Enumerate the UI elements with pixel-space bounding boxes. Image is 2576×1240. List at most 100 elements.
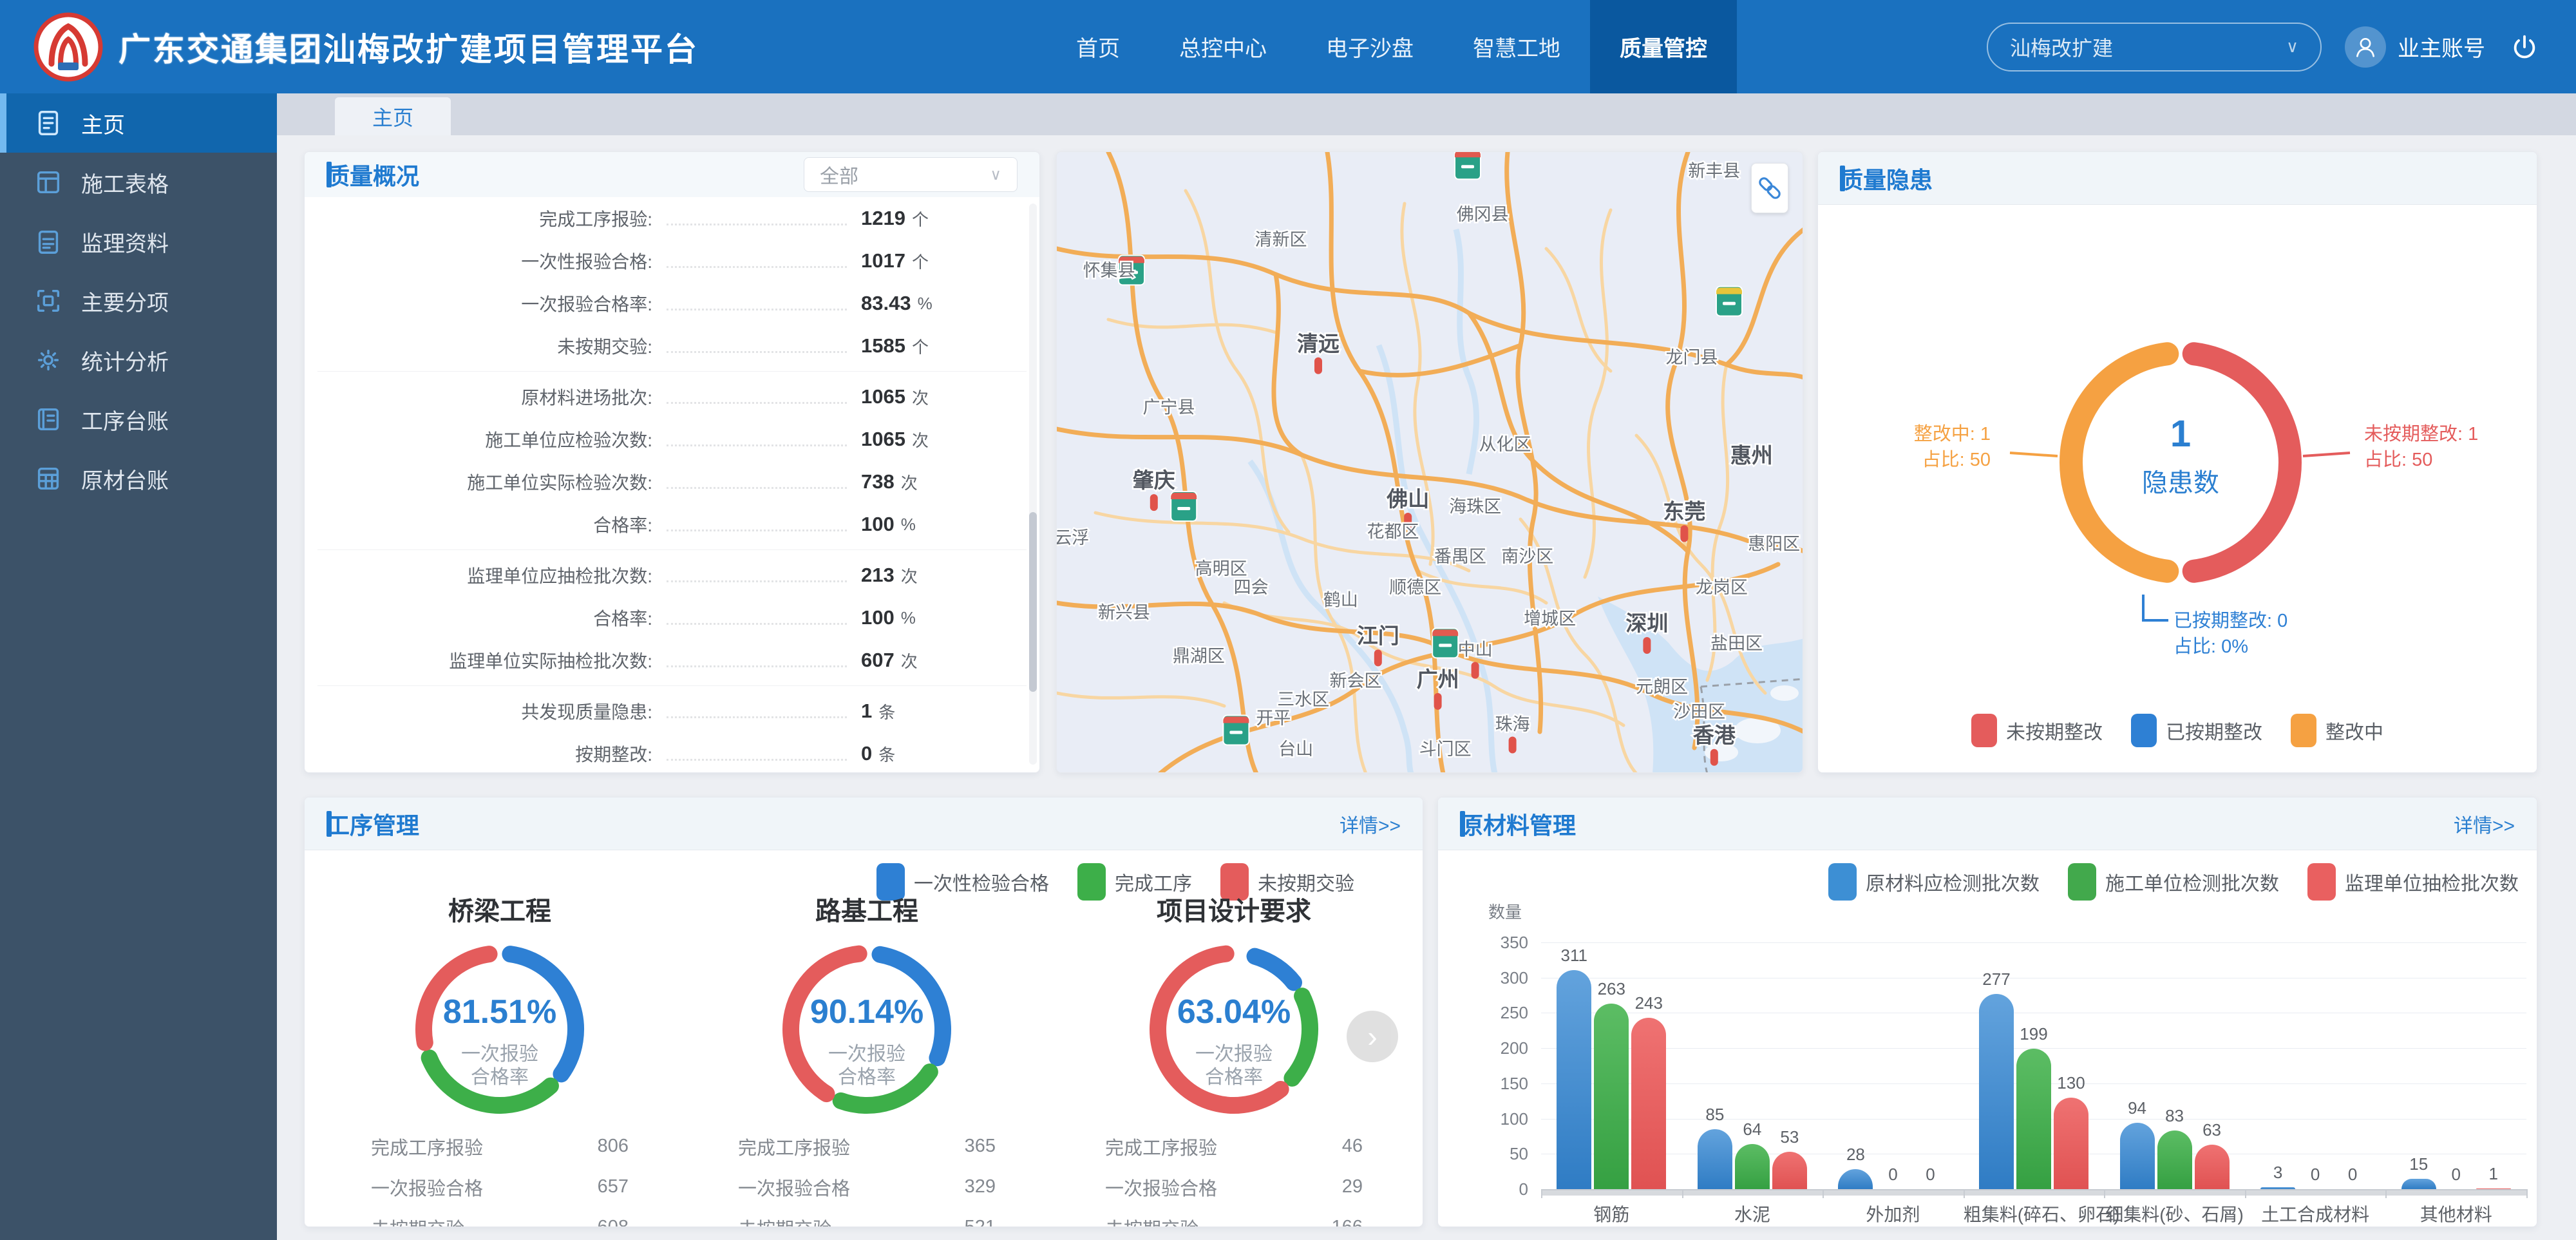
x-axis-band [1541, 1190, 2526, 1196]
gauge-stat-value: 608 [598, 1217, 629, 1227]
stat-label: 按期整改: [305, 741, 652, 767]
logout-power-icon[interactable] [2508, 31, 2541, 63]
legend-item[interactable]: 已按期整改 [2131, 714, 2262, 747]
nav-item-quality-control[interactable]: 质量管控 [1590, 0, 1737, 93]
stat-unit: % [918, 294, 933, 314]
legend-item[interactable]: 整改中 [2291, 714, 2383, 747]
bar [1631, 1018, 1666, 1189]
hazard-count-label: 隐患数 [2142, 469, 2219, 497]
map-pin-icon [1314, 358, 1322, 374]
sidebar-item-construction-forms[interactable]: 施工表格 [0, 153, 277, 212]
gauge-stat-label: 一次报验合格 [1105, 1174, 1217, 1201]
stat-row: 合格率:100% [305, 596, 1039, 639]
bar-value-label: 277 [1971, 969, 2022, 989]
map-place-label: 顺德区 [1389, 578, 1441, 597]
bar-value-label: 63 [2186, 1120, 2238, 1140]
quality-hazard-header: 质量隐患 [1818, 152, 2537, 205]
svg-text:占比: 50: 占比: 50 [1922, 449, 1991, 470]
stat-value: 1219 [861, 207, 905, 230]
map-place-label: 广州 [1417, 667, 1459, 691]
y-tick-label: 350 [1451, 933, 1528, 953]
map-place-label: 鼎湖区 [1173, 646, 1225, 665]
process-gauge-group: 路基工程90.14%一次报验合格率完成工序报验365一次报验合格329未按期交验… [712, 894, 1021, 1227]
stat-row: 共发现质量隐患:1条 [305, 690, 1039, 732]
tab-home[interactable]: 主页 [335, 97, 451, 135]
header-right: 汕梅改扩建 ∨ 业主账号 [1987, 23, 2576, 72]
stat-value: 1 [861, 700, 872, 723]
gauge-percent: 90.14% [810, 993, 923, 1031]
hazard-donut-chart: 1隐患数未按期整改: 1占比: 50已按期整改: 0占比: 0%整改中: 1占比… [1818, 205, 2537, 714]
stat-unit: 次 [901, 564, 918, 587]
process-detail-link[interactable]: 详情>> [1340, 810, 1401, 838]
bar [1594, 1004, 1629, 1189]
map-panel: 怀集县新丰县佛冈县清新区清远龙门县广宁县从化区惠州肇庆花都区云浮佛山海珠区东莞番… [1056, 151, 1803, 773]
form-icon [33, 167, 63, 197]
row-separator [317, 685, 1027, 686]
stat-label: 合格率: [305, 511, 652, 537]
map-place-label: 开平 [1256, 709, 1291, 728]
stat-label: 原材料进场批次: [305, 384, 652, 410]
material-bar-chart: 050100150200250300350311263243钢筋856453水泥… [1438, 797, 2537, 1226]
stat-row: 未按期交验:1585个 [305, 325, 1039, 367]
gauge-stat-value: 521 [965, 1217, 996, 1227]
sidebar-item-statistics[interactable]: 统计分析 [0, 330, 277, 390]
nav-item-control-center[interactable]: 总控中心 [1150, 0, 1296, 93]
x-axis-tick [2385, 1189, 2387, 1198]
bar [2054, 1098, 2088, 1189]
map-layer-button[interactable] [1751, 163, 1788, 213]
map-pin-icon [1680, 525, 1688, 542]
stat-label: 施工单位实际检验次数: [305, 469, 652, 495]
nav-item-sandbox[interactable]: 电子沙盘 [1296, 0, 1443, 93]
legend-item[interactable]: 未按期整改 [1971, 714, 2103, 747]
legend-label: 未按期整改 [2006, 716, 2103, 745]
nav-item-smart-site[interactable]: 智慧工地 [1443, 0, 1590, 93]
stat-icon [33, 345, 63, 375]
nav-item-home[interactable]: 首页 [1046, 0, 1150, 93]
bar [1772, 1152, 1807, 1189]
scrollbar-thumb[interactable] [1029, 512, 1037, 692]
map-place-label: 高明区 [1195, 559, 1247, 578]
carousel-next-button[interactable]: › [1347, 1011, 1398, 1062]
sidebar-item-process-ledger[interactable]: 工序台账 [0, 390, 277, 449]
y-tick-label: 300 [1451, 968, 1528, 988]
legend-label: 一次性检验合格 [914, 868, 1049, 896]
top-header: 广东交通集团汕梅改扩建项目管理平台 首页总控中心电子沙盘智慧工地质量管控 汕梅改… [0, 0, 2576, 93]
highway-shield-icon [1171, 491, 1197, 521]
region-map[interactable]: 怀集县新丰县佛冈县清新区清远龙门县广宁县从化区惠州肇庆花都区云浮佛山海珠区东莞番… [1057, 152, 1803, 773]
project-select[interactable]: 汕梅改扩建 ∨ [1987, 23, 2322, 72]
project-select-value: 汕梅改扩建 [2010, 32, 2113, 62]
bar-value-label: 0 [2327, 1165, 2378, 1185]
stat-row: 一次性报验合格:1017个 [305, 240, 1039, 282]
svg-text:合格率: 合格率 [1205, 1067, 1263, 1088]
bar-value-label: 199 [2008, 1024, 2060, 1044]
map-place-label: 中山 [1458, 640, 1493, 660]
sidebar-item-main-subitems[interactable]: 主要分项 [0, 271, 277, 330]
map-place-label: 龙门县 [1666, 348, 1718, 367]
y-tick-label: 0 [1451, 1179, 1528, 1199]
map-place-label: 海珠区 [1449, 497, 1501, 517]
legend-label: 已按期整改 [2166, 716, 2262, 745]
dotted-leader [667, 265, 847, 268]
sidebar-item-supervision-files[interactable]: 监理资料 [0, 212, 277, 271]
dotted-leader [667, 444, 847, 446]
legend-marker [1971, 714, 1997, 747]
gauge-stat-value: 329 [965, 1176, 996, 1197]
overview-scrollbar[interactable] [1029, 204, 1037, 765]
sidebar-item-home[interactable]: 主页 [0, 93, 277, 153]
map-pin-icon [1150, 494, 1158, 511]
stat-value: 1017 [861, 249, 905, 272]
stat-value: 1065 [861, 385, 905, 408]
svg-text:占比: 50: 占比: 50 [2364, 449, 2432, 470]
sidebar-item-material-ledger[interactable]: 原材台账 [0, 449, 277, 508]
x-axis-tick [2104, 1189, 2105, 1198]
gauge-donut-chart: 90.14%一次报验合格率 [770, 933, 963, 1126]
y-tick-label: 250 [1451, 1003, 1528, 1023]
user-account[interactable]: 业主账号 [2345, 26, 2485, 68]
gauge-stat-value: 657 [598, 1176, 629, 1197]
map-place-label: 元朗区 [1636, 678, 1688, 697]
map-place-label: 清新区 [1255, 230, 1307, 249]
map-place-label: 珠海 [1495, 714, 1530, 734]
stat-row: 施工单位实际检验次数:738次 [305, 461, 1039, 503]
gauge-stat-value: 166 [1332, 1217, 1363, 1227]
overview-filter-select[interactable]: 全部 ∨ [804, 157, 1018, 192]
